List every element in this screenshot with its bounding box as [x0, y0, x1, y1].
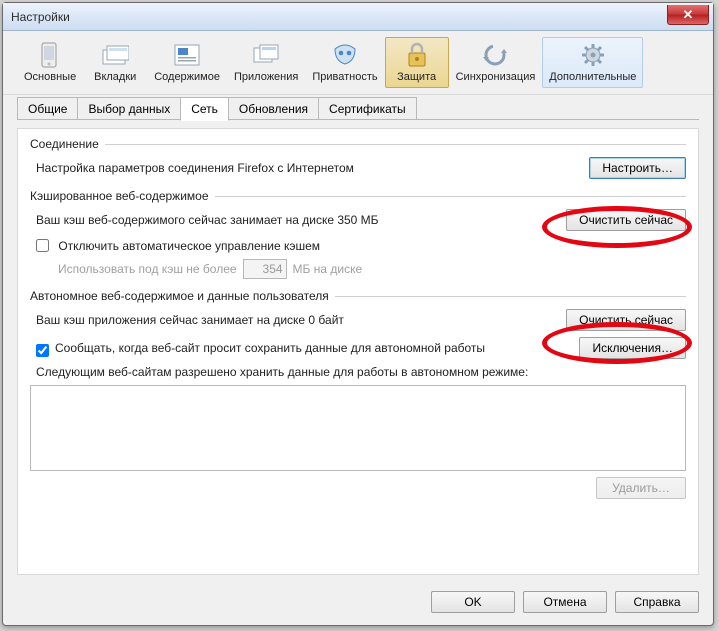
offline-usage-text: Ваш кэш приложения сейчас занимает на ди…	[30, 313, 566, 327]
category-label: Вкладки	[94, 71, 136, 83]
category-sync[interactable]: Синхронизация	[449, 37, 543, 88]
content-panel: Соединение Настройка параметров соединен…	[17, 128, 699, 575]
phone-icon	[35, 41, 65, 69]
titlebar: Настройки ✕	[3, 3, 713, 31]
category-label: Дополнительные	[549, 71, 636, 83]
connection-settings-button[interactable]: Настроить…	[589, 157, 686, 179]
settings-window: Настройки ✕ Основные Вкладки Содержимое	[2, 2, 714, 626]
sync-icon	[480, 41, 510, 69]
help-button[interactable]: Справка	[615, 591, 699, 613]
category-label: Содержимое	[154, 71, 220, 83]
window-title: Настройки	[11, 10, 70, 24]
offline-group: Автономное веб-содержимое и данные польз…	[30, 289, 686, 499]
category-label: Синхронизация	[456, 71, 536, 83]
subtab-updates[interactable]: Обновления	[228, 97, 319, 120]
subtab-general[interactable]: Общие	[17, 97, 78, 120]
category-general[interactable]: Основные	[17, 37, 83, 88]
cache-limit-label: Использовать под кэш не более	[58, 262, 237, 276]
category-toolbar: Основные Вкладки Содержимое Приложения П…	[3, 31, 713, 95]
clear-cache-button[interactable]: Очистить сейчас	[566, 209, 686, 231]
category-security[interactable]: Защита	[385, 37, 449, 88]
cache-override-row: Отключить автоматическое управление кэше…	[30, 237, 686, 253]
tabs-icon	[100, 41, 130, 69]
mask-icon	[330, 41, 360, 69]
cache-limit-input[interactable]	[243, 259, 287, 279]
category-applications[interactable]: Приложения	[227, 37, 305, 88]
gear-icon	[578, 41, 608, 69]
notify-offline-label: Сообщать, когда веб-сайт просит сохранит…	[55, 341, 485, 355]
cancel-button[interactable]: Отмена	[523, 591, 607, 613]
connection-desc: Настройка параметров соединения Firefox …	[30, 161, 589, 175]
exceptions-button[interactable]: Исключения…	[579, 337, 686, 359]
override-cache-label: Отключить автоматическое управление кэше…	[58, 239, 320, 253]
category-content[interactable]: Содержимое	[147, 37, 227, 88]
group-title: Соединение	[30, 137, 99, 151]
subtab-network[interactable]: Сеть	[180, 97, 229, 121]
remove-site-button[interactable]: Удалить…	[596, 477, 686, 499]
category-label: Приватность	[312, 71, 377, 83]
subtab-data-choices[interactable]: Выбор данных	[77, 97, 181, 120]
override-cache-checkbox[interactable]	[36, 239, 49, 252]
group-title: Автономное веб-содержимое и данные польз…	[30, 289, 329, 303]
lock-icon	[402, 41, 432, 69]
dialog-footer: OK Отмена Справка	[3, 583, 713, 625]
cache-limit-suffix: МБ на диске	[293, 262, 363, 276]
offline-sites-list[interactable]	[30, 385, 686, 471]
cache-group: Кэшированное веб-содержимое Ваш кэш веб-…	[30, 189, 686, 279]
category-label: Приложения	[234, 71, 298, 83]
category-label: Основные	[24, 71, 76, 83]
ok-button[interactable]: OK	[431, 591, 515, 613]
sub-tabs: Общие Выбор данных Сеть Обновления Серти…	[3, 97, 713, 120]
subtab-certificates[interactable]: Сертификаты	[318, 97, 417, 120]
close-button[interactable]: ✕	[667, 5, 709, 25]
divider	[105, 144, 686, 145]
offline-list-label: Следующим веб-сайтам разрешено хранить д…	[30, 365, 686, 379]
cache-usage-text: Ваш кэш веб-содержимого сейчас занимает …	[30, 213, 566, 227]
connection-group: Соединение Настройка параметров соединен…	[30, 137, 686, 179]
content-icon	[172, 41, 202, 69]
close-icon: ✕	[683, 7, 694, 23]
applications-icon	[251, 41, 281, 69]
divider	[215, 196, 686, 197]
category-tabs[interactable]: Вкладки	[83, 37, 147, 88]
category-label: Защита	[397, 71, 436, 83]
divider	[335, 296, 686, 297]
category-privacy[interactable]: Приватность	[305, 37, 384, 88]
category-advanced[interactable]: Дополнительные	[542, 37, 643, 88]
notify-offline-checkbox[interactable]	[36, 344, 49, 357]
offline-notify-row: Сообщать, когда веб-сайт просит сохранит…	[30, 341, 579, 355]
clear-offline-button[interactable]: Очистить сейчас	[566, 309, 686, 331]
group-title: Кэшированное веб-содержимое	[30, 189, 209, 203]
